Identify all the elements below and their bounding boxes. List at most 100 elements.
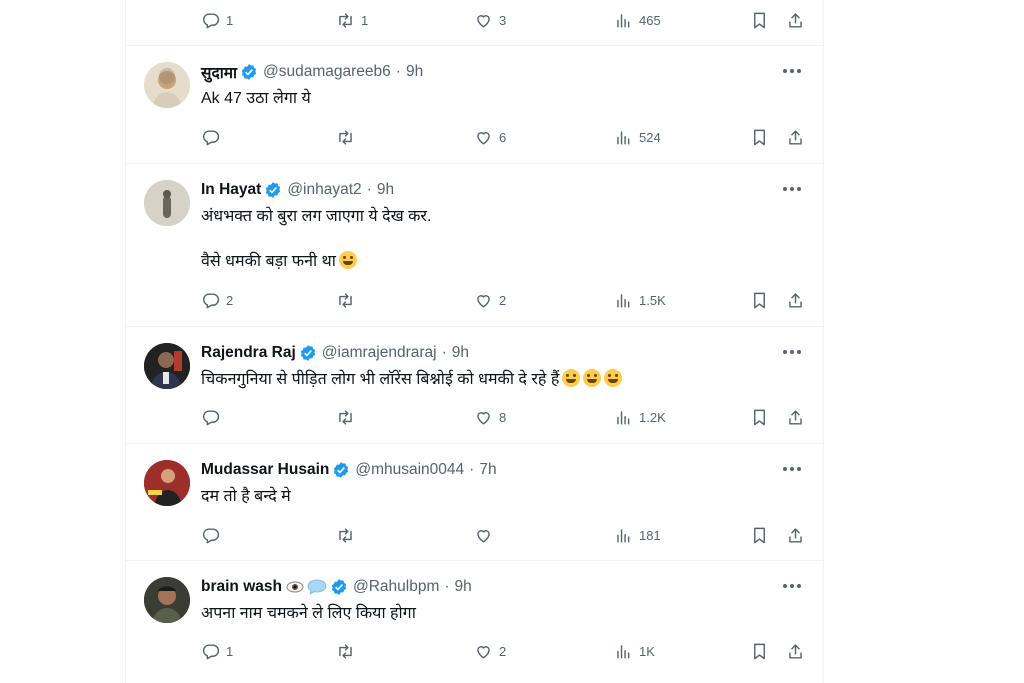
tweet-text: Ak 47 उठा लेगा ये: [201, 88, 311, 110]
tweet[interactable]: Mudassar Husain @mhusain0044 · 7h दम तो …: [126, 444, 823, 561]
author-handle[interactable]: @iamrajendraraj: [322, 344, 437, 362]
tweet-time[interactable]: 9h: [452, 344, 469, 362]
author-name[interactable]: सुदामा: [201, 61, 237, 83]
retweet-icon: [339, 527, 352, 543]
tweet[interactable]: Rajendra Raj @iamrajendraraj · 9h चिकनगु…: [126, 327, 823, 444]
tweet-actions: 8 1.2K: [201, 405, 813, 429]
retweet-icon: [339, 409, 352, 425]
view-count: 465: [639, 12, 661, 28]
author-name[interactable]: Mudassar Husain: [201, 461, 329, 479]
author-name[interactable]: Rajendra Raj: [201, 344, 296, 362]
more-icon[interactable]: [781, 462, 803, 476]
separator-dot: ·: [469, 461, 475, 478]
tweet-actions: 1 1 3 465: [201, 8, 813, 32]
share-button[interactable]: [786, 288, 805, 312]
reply-button[interactable]: [201, 405, 226, 429]
tweet-time[interactable]: 7h: [479, 461, 496, 479]
share-button[interactable]: [786, 405, 805, 429]
tweet[interactable]: brain wash @Rahulbpm · 9h अपना नाम चमकने…: [126, 561, 823, 683]
views-icon: [617, 13, 630, 28]
avatar[interactable]: [144, 62, 190, 108]
views-button[interactable]: 1.5K: [614, 288, 666, 312]
author-handle[interactable]: @sudamagareeb6: [263, 63, 391, 81]
more-icon[interactable]: [781, 182, 803, 196]
views-button[interactable]: 1.2K: [614, 405, 666, 429]
view-count: 1K: [639, 643, 655, 659]
share-icon: [789, 292, 802, 308]
separator-dot: ·: [444, 578, 450, 595]
bookmark-button[interactable]: [750, 523, 769, 547]
bookmark-button[interactable]: [750, 125, 769, 149]
tweet-actions: 2 2 1.5K: [201, 288, 813, 312]
tweet[interactable]: In Hayat @inhayat2 · 9h अंधभक्त को बुरा …: [126, 164, 823, 327]
retweet-icon: [339, 292, 352, 308]
avatar[interactable]: [144, 180, 190, 226]
separator-dot: ·: [366, 181, 372, 198]
retweet-button[interactable]: 1: [336, 8, 368, 32]
tweet-time[interactable]: 9h: [377, 181, 394, 199]
views-button[interactable]: 1K: [614, 639, 655, 663]
retweet-button[interactable]: [336, 405, 361, 429]
like-button[interactable]: 8: [474, 405, 506, 429]
bookmark-icon: [754, 643, 765, 659]
like-count: 3: [499, 12, 507, 28]
tweet[interactable]: सुदामा @sudamagareeb6 · 9h Ak 47 उठा लेग…: [126, 46, 823, 164]
bookmark-button[interactable]: [750, 288, 769, 312]
like-count: 2: [499, 643, 507, 659]
speech-bubble-emoji-icon: [307, 579, 327, 595]
reply-button[interactable]: 1: [201, 639, 233, 663]
views-button[interactable]: 181: [614, 523, 661, 547]
reply-button[interactable]: 1: [201, 8, 233, 32]
share-button[interactable]: [786, 8, 805, 32]
reply-button[interactable]: [201, 523, 226, 547]
views-button[interactable]: 524: [614, 125, 661, 149]
separator-dot: ·: [441, 344, 447, 361]
avatar[interactable]: [144, 577, 190, 623]
bookmark-icon: [754, 292, 765, 308]
reply-button[interactable]: [201, 125, 226, 149]
more-icon[interactable]: [781, 579, 803, 593]
author-name[interactable]: In Hayat: [201, 181, 261, 199]
views-icon: [617, 293, 630, 308]
bookmark-icon: [754, 409, 765, 425]
reply-button[interactable]: 2: [201, 288, 233, 312]
share-button[interactable]: [786, 639, 805, 663]
more-icon[interactable]: [781, 64, 803, 78]
bookmark-button[interactable]: [750, 639, 769, 663]
like-button[interactable]: 6: [474, 125, 506, 149]
like-button[interactable]: [474, 523, 499, 547]
author-name[interactable]: brain wash: [201, 578, 282, 596]
tweet-partial[interactable]: 1 1 3 465: [126, 0, 823, 46]
grinning-emoji-icon: [604, 369, 623, 387]
bookmark-button[interactable]: [750, 8, 769, 32]
retweet-button[interactable]: [336, 288, 361, 312]
tweet-actions: 1 2 1K: [201, 639, 813, 663]
share-button[interactable]: [786, 125, 805, 149]
bookmark-button[interactable]: [750, 405, 769, 429]
tweet-text-line: दम तो है बन्दे मे: [201, 488, 291, 505]
like-button[interactable]: 2: [474, 288, 506, 312]
retweet-button[interactable]: [336, 125, 361, 149]
retweet-icon: [339, 12, 352, 28]
views-button[interactable]: 465: [614, 8, 661, 32]
tweet-header: Rajendra Raj @iamrajendraraj · 9h: [201, 343, 469, 363]
retweet-button[interactable]: [336, 523, 361, 547]
retweet-button[interactable]: [336, 639, 361, 663]
avatar[interactable]: [144, 343, 190, 389]
author-handle[interactable]: @mhusain0044: [355, 461, 464, 479]
avatar[interactable]: [144, 460, 190, 506]
author-handle[interactable]: @Rahulbpm: [353, 578, 439, 596]
tweet-time[interactable]: 9h: [455, 578, 472, 596]
tweet-text-line: Ak 47 उठा लेगा ये: [201, 90, 311, 107]
tweet-actions: 181: [201, 523, 813, 547]
like-button[interactable]: 3: [474, 8, 506, 32]
like-button[interactable]: 2: [474, 639, 506, 663]
more-icon[interactable]: [781, 345, 803, 359]
tweet-time[interactable]: 9h: [406, 63, 423, 81]
grinning-emoji-icon: [583, 369, 602, 387]
author-handle[interactable]: @inhayat2: [287, 181, 361, 199]
like-icon: [477, 131, 490, 145]
retweet-count: 1: [361, 12, 369, 28]
share-button[interactable]: [786, 523, 805, 547]
reply-icon: [202, 12, 220, 28]
